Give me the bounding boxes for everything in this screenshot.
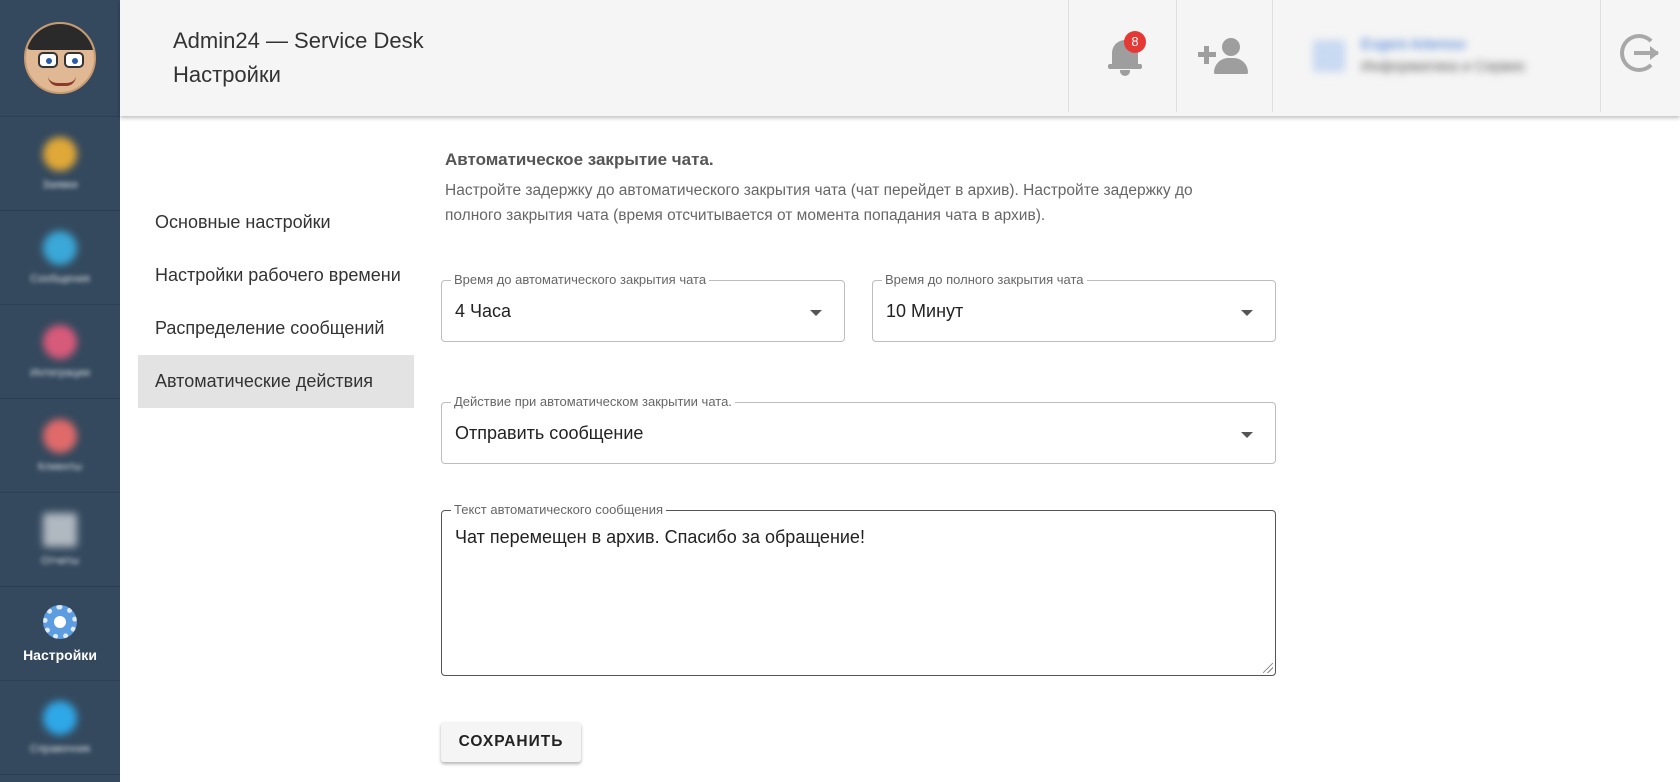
menu-item-message-distribution[interactable]: Распределение сообщений [138, 302, 414, 355]
nav-item-label: Заявки [42, 178, 78, 191]
nav-rail: Заявки Сообщения Интеграции Клиенты Отче… [0, 0, 120, 782]
nav-item-label: Настройки [23, 646, 97, 663]
user-org: Информатика и Сервис [1361, 58, 1526, 75]
page-name: Настройки [173, 62, 281, 87]
user-name: Evgeni Artemov [1361, 36, 1467, 53]
mascot-avatar-icon [24, 22, 96, 94]
header-divider [1176, 0, 1177, 112]
menu-item-general[interactable]: Основные настройки [138, 196, 414, 249]
chevron-down-icon [1241, 432, 1253, 438]
section-description: Настройте задержку до автоматического за… [445, 182, 1193, 224]
section-title: Автоматическое закрытие чата. [445, 150, 714, 169]
nav-item-label: Отчеты [40, 554, 80, 567]
auto-close-action-select[interactable]: Действие при автоматическом закрытии чат… [441, 394, 1276, 464]
menu-item-auto-actions[interactable]: Автоматические действия [138, 355, 414, 408]
app-logo[interactable] [0, 0, 120, 117]
notification-badge: 8 [1124, 31, 1146, 53]
nav-item-label: Сообщения [30, 272, 90, 285]
nav-item-clients[interactable]: Клиенты [0, 399, 120, 493]
messages-icon [43, 230, 77, 265]
nav-item-label: Интеграции [30, 366, 90, 379]
nav-item-integrations[interactable]: Интеграции [0, 305, 120, 399]
nav-item-tickets[interactable]: Заявки [0, 117, 120, 211]
resize-handle-icon[interactable] [1263, 663, 1273, 673]
field-value: 10 Минут [886, 301, 964, 321]
reports-icon [43, 512, 77, 547]
full-close-delay-select[interactable]: Время до полного закрытия чата 10 Минут [872, 272, 1276, 342]
field-value: Чат перемещен в архив. Спасибо за обраще… [455, 527, 865, 547]
chevron-down-icon [1241, 310, 1253, 316]
field-label: Текст автоматического сообщения [451, 502, 667, 518]
field-value: 4 Часа [455, 301, 512, 321]
nav-item-label: Справочник [29, 742, 91, 755]
field-value: Отправить сообщение [455, 423, 644, 443]
nav-item-messages[interactable]: Сообщения [0, 211, 120, 305]
add-user-icon[interactable] [1198, 36, 1250, 76]
menu-item-working-hours[interactable]: Настройки рабочего времени [138, 249, 414, 302]
field-label: Действие при автоматическом закрытии чат… [451, 394, 735, 410]
gear-icon [43, 604, 77, 639]
auto-message-textarea[interactable]: Текст автоматического сообщения Чат пере… [441, 502, 1276, 676]
chevron-down-icon [810, 310, 822, 316]
save-button[interactable]: СОХРАНИТЬ [441, 722, 581, 762]
user-profile[interactable]: Evgeni Artemov Информатика и Сервис [1305, 30, 1565, 82]
integrations-icon [43, 324, 77, 359]
settings-menu: Основные настройки Настройки рабочего вр… [138, 196, 414, 408]
field-label: Время до автоматического закрытия чата [451, 272, 710, 288]
header-divider [1272, 0, 1273, 112]
tickets-icon [43, 136, 77, 171]
nav-item-help[interactable]: Справочник [0, 681, 120, 775]
logout-icon[interactable] [1620, 34, 1660, 74]
nav-item-settings[interactable]: Настройки [0, 587, 120, 681]
app-name: Admin24 — Service Desk [173, 28, 424, 53]
header-divider [1068, 0, 1069, 112]
user-avatar [1313, 40, 1345, 72]
page-title: Admin24 — Service Desk Настройки [173, 24, 424, 92]
auto-close-delay-select[interactable]: Время до автоматического закрытия чата 4… [441, 272, 845, 342]
nav-item-label: Клиенты [37, 460, 83, 473]
clients-icon [43, 418, 77, 453]
top-header: Admin24 — Service Desk Настройки 8 Evgen… [120, 0, 1680, 116]
field-label: Время до полного закрытия чата [882, 272, 1087, 288]
help-icon [43, 700, 77, 735]
header-divider [1600, 0, 1601, 112]
nav-item-reports[interactable]: Отчеты [0, 493, 120, 587]
